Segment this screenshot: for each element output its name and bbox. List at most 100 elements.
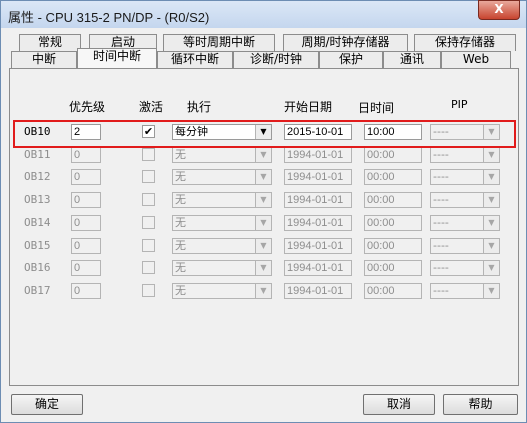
execution-select: 无 ▼ xyxy=(172,260,272,276)
ob-label: OB16 xyxy=(24,261,51,274)
time-of-day-field: 00:00 xyxy=(364,169,422,185)
ob-label: OB14 xyxy=(24,216,51,229)
tab-general[interactable]: 常规 xyxy=(19,34,81,51)
pip-select: ---- ▼ xyxy=(430,238,500,254)
tab-protection[interactable]: 保护 xyxy=(319,51,383,68)
active-checkbox xyxy=(142,284,155,297)
execution-value: 无 xyxy=(175,170,186,183)
dropdown-arrow-icon: ▼ xyxy=(483,216,499,230)
tab-web[interactable]: Web xyxy=(441,51,511,68)
pip-value: ---- xyxy=(433,193,449,206)
dropdown-arrow-icon: ▼ xyxy=(483,193,499,207)
dropdown-arrow-icon[interactable]: ▼ xyxy=(255,216,271,230)
pip-select: ---- ▼ xyxy=(430,147,500,163)
properties-dialog: 属性 - CPU 315-2 PN/DP - (R0/S2) X 常规 启动 等… xyxy=(0,0,527,423)
execution-select: 无 ▼ xyxy=(172,215,272,231)
dropdown-arrow-icon: ▼ xyxy=(483,284,499,298)
execution-value: 无 xyxy=(175,284,186,297)
ob-label: OB17 xyxy=(24,284,51,297)
pip-select: ---- ▼ xyxy=(430,215,500,231)
priority-field: 0 xyxy=(71,169,101,185)
priority-field: 0 xyxy=(71,238,101,254)
pip-select: ---- ▼ xyxy=(430,192,500,208)
dropdown-arrow-icon: ▼ xyxy=(483,170,499,184)
time-of-day-field: 00:00 xyxy=(364,238,422,254)
dropdown-arrow-icon[interactable]: ▼ xyxy=(255,284,271,298)
dropdown-arrow-icon[interactable]: ▼ xyxy=(255,148,271,162)
pip-value: ---- xyxy=(433,170,449,183)
pip-select: ---- ▼ xyxy=(430,283,500,299)
execution-select: 无 ▼ xyxy=(172,283,272,299)
tab-retentive-memory[interactable]: 保持存储器 xyxy=(414,34,516,51)
start-date-field: 1994-01-01 xyxy=(284,192,352,208)
pip-value: ---- xyxy=(433,284,449,297)
execution-value: 无 xyxy=(175,239,186,252)
help-button[interactable]: 帮助 xyxy=(443,394,518,415)
execution-value: 无 xyxy=(175,261,186,274)
tab-communication[interactable]: 通讯 xyxy=(383,51,441,68)
ob-label: OB11 xyxy=(24,148,51,161)
execution-value: 无 xyxy=(175,193,186,206)
tab-cycle-clock-memory[interactable]: 周期/时钟存储器 xyxy=(283,34,408,51)
time-of-day-field: 00:00 xyxy=(364,192,422,208)
tab-time-of-day-interrupts[interactable]: 时间中断 xyxy=(77,48,157,68)
dropdown-arrow-icon[interactable]: ▼ xyxy=(255,193,271,207)
ob-label: OB12 xyxy=(24,170,51,183)
time-of-day-field: 00:00 xyxy=(364,215,422,231)
priority-field: 0 xyxy=(71,192,101,208)
close-button[interactable]: X xyxy=(478,0,520,20)
tab-cyclic-interrupts[interactable]: 循环中断 xyxy=(157,51,233,68)
start-date-field: 1994-01-01 xyxy=(284,147,352,163)
header-active: 激活 xyxy=(139,100,164,114)
active-checkbox xyxy=(142,193,155,206)
priority-field: 0 xyxy=(71,147,101,163)
pip-value: ---- xyxy=(433,216,449,229)
pip-select: ---- ▼ xyxy=(430,169,500,185)
tab-diagnostics-clock[interactable]: 诊断/时钟 xyxy=(233,51,319,68)
start-date-field: 1994-01-01 xyxy=(284,260,352,276)
dropdown-arrow-icon: ▼ xyxy=(483,261,499,275)
time-of-day-field: 00:00 xyxy=(364,147,422,163)
priority-field: 0 xyxy=(71,215,101,231)
active-checkbox xyxy=(142,216,155,229)
pip-value: ---- xyxy=(433,148,449,161)
highlight-box xyxy=(13,120,516,148)
dropdown-arrow-icon: ▼ xyxy=(483,239,499,253)
start-date-field: 1994-01-01 xyxy=(284,169,352,185)
execution-select: 无 ▼ xyxy=(172,147,272,163)
tab-interrupts[interactable]: 中断 xyxy=(11,51,77,68)
start-date-field: 1994-01-01 xyxy=(284,215,352,231)
priority-field: 0 xyxy=(71,260,101,276)
header-priority: 优先级 xyxy=(69,100,106,114)
header-execute: 执行 xyxy=(187,100,212,114)
active-checkbox xyxy=(142,170,155,183)
dropdown-arrow-icon[interactable]: ▼ xyxy=(255,261,271,275)
ob-label: OB13 xyxy=(24,193,51,206)
cancel-button[interactable]: 取消 xyxy=(363,394,435,415)
dropdown-arrow-icon: ▼ xyxy=(483,148,499,162)
time-of-day-field: 00:00 xyxy=(364,283,422,299)
pip-select: ---- ▼ xyxy=(430,260,500,276)
pip-value: ---- xyxy=(433,239,449,252)
dropdown-arrow-icon[interactable]: ▼ xyxy=(255,239,271,253)
active-checkbox xyxy=(142,239,155,252)
title-bar: 属性 - CPU 315-2 PN/DP - (R0/S2) X xyxy=(1,0,526,28)
dropdown-arrow-icon[interactable]: ▼ xyxy=(255,170,271,184)
ok-button[interactable]: 确定 xyxy=(11,394,83,415)
execution-select: 无 ▼ xyxy=(172,169,272,185)
execution-value: 无 xyxy=(175,216,186,229)
header-start-date: 开始日期 xyxy=(284,100,333,114)
execution-select: 无 ▼ xyxy=(172,192,272,208)
active-checkbox xyxy=(142,261,155,274)
priority-field: 0 xyxy=(71,283,101,299)
start-date-field: 1994-01-01 xyxy=(284,283,352,299)
start-date-field: 1994-01-01 xyxy=(284,238,352,254)
pip-value: ---- xyxy=(433,261,449,274)
time-of-day-field: 00:00 xyxy=(364,260,422,276)
active-checkbox xyxy=(142,148,155,161)
header-pip: PIP xyxy=(451,98,468,111)
header-time-of-day: 日时间 xyxy=(358,101,395,115)
tab-isochronous[interactable]: 等时周期中断 xyxy=(163,34,275,51)
ob-label: OB15 xyxy=(24,239,51,252)
window-title: 属性 - CPU 315-2 PN/DP - (R0/S2) xyxy=(8,10,210,25)
